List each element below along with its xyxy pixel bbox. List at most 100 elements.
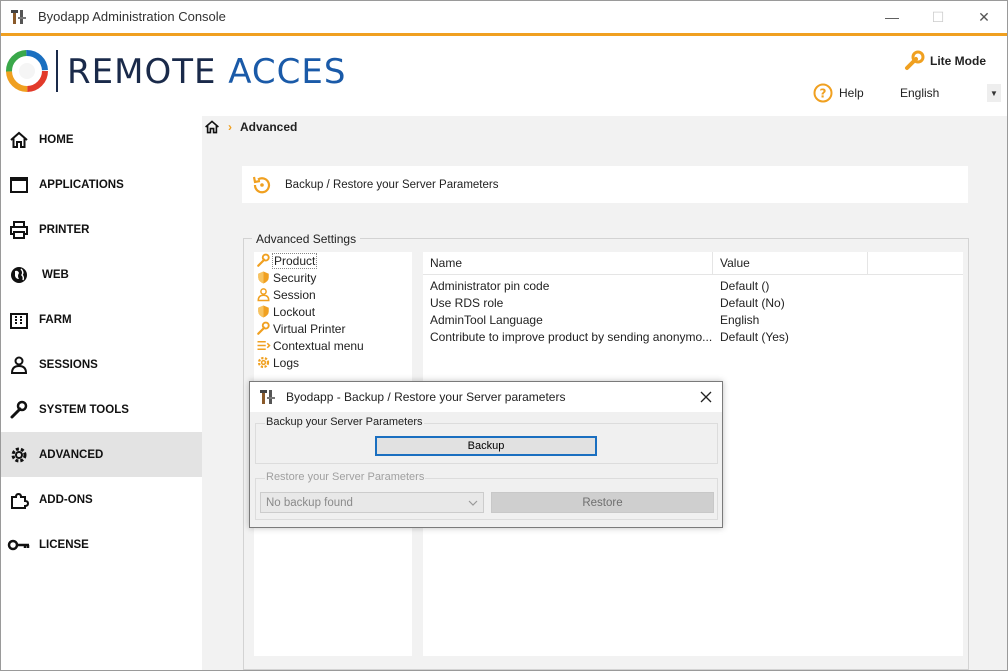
sidebar-item-web[interactable]: WEB bbox=[1, 252, 202, 297]
setting-name: Use RDS role bbox=[430, 296, 504, 310]
column-header-name[interactable]: Name bbox=[423, 252, 713, 274]
home-icon[interactable] bbox=[204, 119, 220, 135]
sidebar-item-label: SYSTEM TOOLS bbox=[39, 403, 129, 416]
wrench-icon bbox=[256, 321, 270, 335]
advanced-settings-legend: Advanced Settings bbox=[252, 232, 361, 246]
category-label: Virtual Printer bbox=[273, 321, 346, 336]
setting-value: Default (Yes) bbox=[720, 330, 789, 344]
lite-mode-label: Lite Mode bbox=[930, 54, 986, 68]
dialog-title: Byodapp - Backup / Restore your Server p… bbox=[286, 390, 566, 404]
sidebar-item-farm[interactable]: FARM bbox=[1, 297, 202, 342]
sidebar-item-printer[interactable]: PRINTER bbox=[1, 207, 202, 252]
sidebar-item-label: HOME bbox=[39, 133, 74, 146]
dialog-close-button[interactable] bbox=[696, 387, 716, 407]
sidebar-item-label: WEB bbox=[42, 268, 69, 281]
minimize-button[interactable]: — bbox=[869, 1, 915, 33]
sidebar-item-license[interactable]: LICENSE bbox=[1, 522, 202, 567]
minimize-icon: — bbox=[885, 9, 899, 25]
language-select[interactable]: English ▼ bbox=[893, 81, 1001, 105]
category-item-lockout[interactable]: Lockout bbox=[254, 303, 412, 320]
section-banner: Backup / Restore your Server Parameters bbox=[242, 166, 968, 203]
setting-name: Administrator pin code bbox=[430, 279, 550, 293]
column-header-value[interactable]: Value bbox=[713, 252, 868, 274]
help-button[interactable]: ? Help bbox=[813, 83, 864, 103]
puzzle-icon bbox=[11, 492, 29, 509]
sidebar-item-home[interactable]: HOME bbox=[1, 117, 202, 162]
category-item-product[interactable]: Product bbox=[254, 252, 412, 269]
category-item-logs[interactable]: Logs bbox=[254, 354, 412, 371]
breadcrumb-separator-icon: › bbox=[228, 120, 232, 134]
sidebar-item-system-tools[interactable]: SYSTEM TOOLS bbox=[1, 387, 202, 432]
breadcrumb: › Advanced bbox=[204, 119, 297, 135]
help-label: Help bbox=[839, 86, 864, 100]
globe-icon bbox=[11, 266, 27, 283]
sidebar: HOME APPLICATIONS PRINTER WEB FARM SESSI… bbox=[1, 116, 202, 670]
category-label: Product bbox=[271, 252, 318, 269]
maximize-icon: ☐ bbox=[931, 8, 945, 25]
building-icon bbox=[10, 312, 28, 329]
setting-value: Default (No) bbox=[720, 296, 785, 310]
shield-icon bbox=[257, 305, 269, 318]
sidebar-item-label: SESSIONS bbox=[39, 358, 98, 371]
restore-button[interactable]: Restore bbox=[491, 492, 714, 513]
maximize-button[interactable]: ☐ bbox=[915, 1, 961, 33]
key-icon bbox=[7, 539, 30, 550]
category-item-security[interactable]: Security bbox=[254, 269, 412, 286]
sidebar-item-label: FARM bbox=[39, 313, 72, 326]
language-value: English bbox=[900, 86, 940, 100]
sidebar-item-label: ADD-ONS bbox=[39, 493, 93, 506]
backup-group: Backup your Server Parameters Backup bbox=[255, 416, 718, 464]
category-label: Logs bbox=[273, 355, 300, 370]
grid-header: Name Value bbox=[423, 252, 963, 275]
setting-name: AdminTool Language bbox=[430, 313, 543, 327]
category-label: Contextual menu bbox=[273, 338, 364, 353]
wrench-icon bbox=[10, 400, 28, 418]
table-row[interactable]: Contribute to improve product by sending… bbox=[423, 330, 963, 347]
setting-name: Contribute to improve product by sending… bbox=[430, 330, 713, 344]
sidebar-item-label: ADVANCED bbox=[39, 448, 104, 461]
sidebar-item-label: LICENSE bbox=[39, 538, 89, 551]
window-title: Byodapp Administration Console bbox=[38, 9, 226, 24]
backup-file-value: No backup found bbox=[266, 496, 353, 509]
close-icon bbox=[700, 391, 712, 403]
sidebar-item-advanced[interactable]: ADVANCED bbox=[1, 432, 202, 477]
table-row[interactable]: Use RDS role Default (No) bbox=[423, 296, 963, 313]
logo-text-left: REMOTE bbox=[67, 52, 229, 92]
setting-value: Default () bbox=[720, 279, 770, 293]
header: REMOTE ACCES Lite Mode ? Help English ▼ bbox=[1, 36, 1007, 116]
app-tools-icon bbox=[11, 10, 26, 24]
svg-text:?: ? bbox=[820, 87, 827, 101]
backup-file-select[interactable]: No backup found bbox=[260, 492, 484, 513]
section-title: Backup / Restore your Server Parameters bbox=[285, 178, 499, 191]
sidebar-item-sessions[interactable]: SESSIONS bbox=[1, 342, 202, 387]
category-label: Session bbox=[273, 287, 316, 302]
category-item-session[interactable]: Session bbox=[254, 286, 412, 303]
restore-group-label: Restore your Server Parameters bbox=[265, 471, 426, 483]
user-icon bbox=[10, 356, 28, 374]
breadcrumb-current: Advanced bbox=[240, 120, 298, 134]
dialog-title-bar: Byodapp - Backup / Restore your Server p… bbox=[250, 382, 722, 412]
restore-icon bbox=[252, 176, 271, 193]
sidebar-item-applications[interactable]: APPLICATIONS bbox=[1, 162, 202, 207]
backup-group-label: Backup your Server Parameters bbox=[265, 416, 424, 428]
category-item-virtual-printer[interactable]: Virtual Printer bbox=[254, 320, 412, 337]
printer-icon bbox=[10, 220, 28, 239]
window-icon bbox=[10, 176, 28, 193]
table-row[interactable]: AdminTool Language English bbox=[423, 313, 963, 330]
main-window: Byodapp Administration Console — ☐ ✕ REM… bbox=[0, 0, 1008, 671]
category-item-contextual-menu[interactable]: Contextual menu bbox=[254, 337, 412, 354]
close-icon: ✕ bbox=[978, 8, 990, 25]
sidebar-item-add-ons[interactable]: ADD-ONS bbox=[1, 477, 202, 522]
title-bar: Byodapp Administration Console — ☐ ✕ bbox=[1, 1, 1007, 33]
table-row[interactable]: Administrator pin code Default () bbox=[423, 279, 963, 296]
category-label: Lockout bbox=[273, 304, 316, 319]
logo-swirl-icon bbox=[6, 50, 48, 92]
backup-restore-dialog: Byodapp - Backup / Restore your Server p… bbox=[249, 381, 723, 528]
menu-icon bbox=[257, 341, 271, 350]
backup-button[interactable]: Backup bbox=[375, 436, 597, 456]
lite-mode-button[interactable]: Lite Mode bbox=[903, 50, 986, 72]
wrench-icon bbox=[256, 253, 270, 267]
close-button[interactable]: ✕ bbox=[961, 1, 1007, 33]
logo-text-right: ACCES bbox=[228, 52, 347, 92]
app-tools-icon bbox=[260, 390, 275, 404]
